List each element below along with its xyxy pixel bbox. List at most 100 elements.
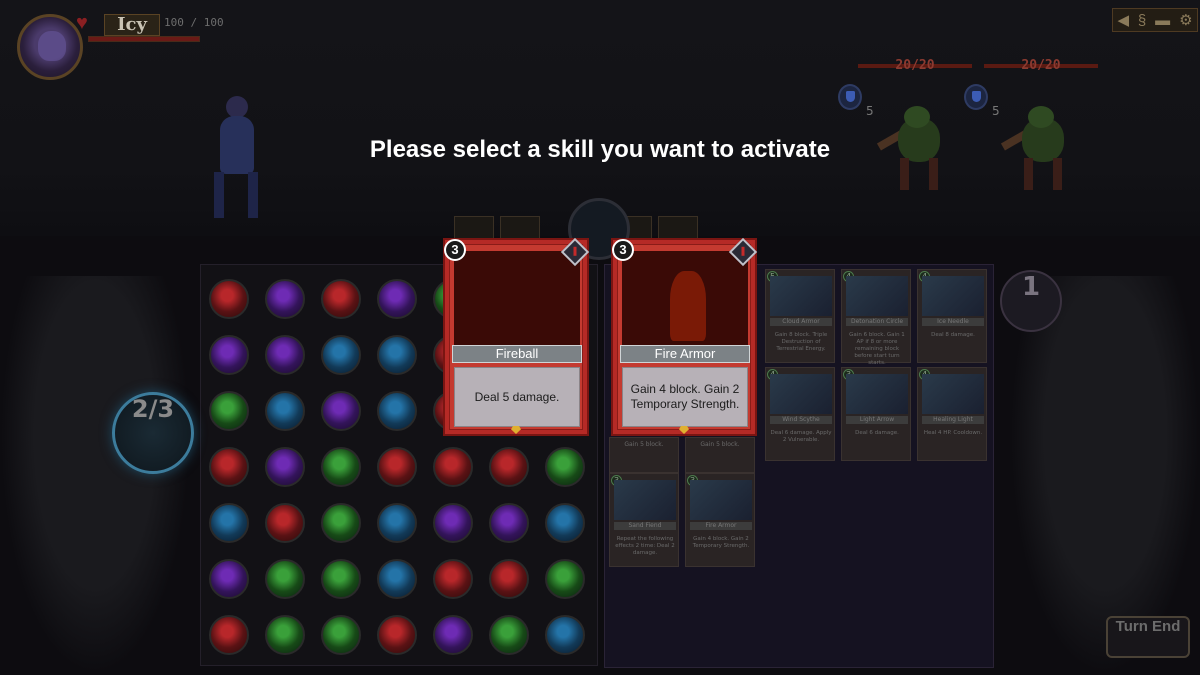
card-description-box: Deal 5 damage.	[454, 367, 580, 427]
game-board: 2/3 Gain 5 block. Gain 5 block. 5Cloud A…	[0, 198, 1200, 675]
skill-tab[interactable]	[500, 216, 540, 240]
red-gem[interactable]	[209, 447, 249, 487]
purple-gem[interactable]	[209, 335, 249, 375]
deck-card-title: Cloud Armor	[770, 318, 832, 326]
deck-card-description: Deal 6 damage. Apply 2 Vulnerable.	[770, 430, 832, 443]
left-character-art	[0, 276, 190, 675]
blue-gem[interactable]	[545, 503, 585, 543]
blue-gem[interactable]	[545, 615, 585, 655]
red-gem[interactable]	[321, 279, 361, 319]
purple-gem[interactable]	[209, 559, 249, 599]
purple-gem[interactable]	[265, 335, 305, 375]
blue-gem[interactable]	[377, 559, 417, 599]
green-gem[interactable]	[489, 615, 529, 655]
deck-card-description: Gain 5 block.	[700, 441, 740, 448]
purple-gem[interactable]	[377, 279, 417, 319]
red-gem[interactable]	[433, 447, 473, 487]
purple-gem[interactable]	[265, 279, 305, 319]
skill-card-fireball[interactable]: Fireball Deal 5 damage. 3	[443, 237, 590, 436]
green-gem[interactable]	[265, 559, 305, 599]
green-gem[interactable]	[545, 559, 585, 599]
card-cost: 3	[619, 242, 627, 257]
deck-card-art	[770, 374, 832, 414]
deck-card-title: Wind Scythe	[770, 416, 832, 424]
deck-card-title: Ice Needle	[922, 318, 984, 326]
deck-card[interactable]: 5Cloud ArmorGain 8 block. Triple Destruc…	[765, 269, 835, 363]
deck-card-description: Gain 8 block. Triple Destruction of Terr…	[774, 332, 828, 352]
deck-card[interactable]: 3Fire ArmorGain 4 block. Gain 2 Temporar…	[685, 473, 755, 567]
deck-card-title: Light Arrow	[846, 416, 908, 424]
heart-icon: ♥	[76, 12, 88, 34]
skill-tab[interactable]	[658, 216, 698, 240]
back-arrow-icon[interactable]: ◀	[1117, 11, 1129, 29]
player-hp-bar	[88, 36, 200, 42]
blue-gem[interactable]	[377, 335, 417, 375]
scroll-icon[interactable]: §	[1138, 12, 1146, 29]
purple-gem[interactable]	[489, 503, 529, 543]
deck-card[interactable]: 3Light ArrowDeal 6 damage.	[841, 367, 911, 461]
purple-gem[interactable]	[433, 503, 473, 543]
skill-select-prompt: Please select a skill you want to activa…	[369, 136, 831, 163]
purple-gem[interactable]	[321, 391, 361, 431]
green-gem[interactable]	[265, 615, 305, 655]
deck-card-description: Gain 5 block.	[624, 441, 664, 448]
deck-card[interactable]: Gain 5 block.	[685, 437, 755, 473]
blue-gem[interactable]	[377, 503, 417, 543]
turn-end-label: Turn End	[1115, 618, 1181, 635]
blue-gem[interactable]	[265, 391, 305, 431]
blue-gem[interactable]	[321, 335, 361, 375]
green-gem[interactable]	[545, 447, 585, 487]
shield-icon	[964, 84, 988, 110]
deck-card-description: Repeat the following effects 2 time: Dea…	[615, 536, 675, 556]
player-portrait[interactable]	[17, 14, 83, 80]
move-counter-text: 2/3	[131, 395, 175, 423]
green-gem[interactable]	[321, 559, 361, 599]
shield-icon	[838, 84, 862, 110]
bag-icon[interactable]: ▬	[1155, 12, 1170, 29]
card-description: Gain 4 block. Gain 2 Temporary Strength.	[630, 382, 740, 411]
deck-card[interactable]: 4Wind ScytheDeal 6 damage. Apply 2 Vulne…	[765, 367, 835, 461]
card-description: Deal 5 damage.	[474, 389, 560, 404]
card-description-box: Gain 4 block. Gain 2 Temporary Strength.	[622, 367, 748, 427]
deck-card-art	[690, 480, 752, 520]
skill-card-fire-armor[interactable]: Fire Armor Gain 4 block. Gain 2 Temporar…	[611, 237, 758, 436]
red-gem[interactable]	[377, 447, 417, 487]
turn-end-button[interactable]: Turn End	[1106, 616, 1190, 658]
red-gem[interactable]	[209, 279, 249, 319]
deck-card[interactable]: Gain 5 block.	[609, 437, 679, 473]
skill-tab[interactable]	[454, 216, 494, 240]
red-gem[interactable]	[209, 615, 249, 655]
card-cost-badge: 3	[612, 239, 634, 261]
deck-card[interactable]: 3Sand FiendRepeat the following effects …	[609, 473, 679, 567]
card-title-bar: Fire Armor	[620, 345, 750, 363]
enemy-hp-text: 20/20	[1021, 58, 1061, 73]
deck-card-title: Healing Light	[922, 416, 984, 424]
blue-gem[interactable]	[377, 391, 417, 431]
red-gem[interactable]	[489, 447, 529, 487]
player-name-plate: Icy	[104, 14, 160, 36]
purple-gem[interactable]	[265, 447, 305, 487]
deck-card-title: Sand Fiend	[614, 522, 676, 530]
red-gem[interactable]	[489, 559, 529, 599]
red-gem[interactable]	[377, 615, 417, 655]
deck-card-description: Deal 6 damage.	[855, 430, 899, 436]
card-title: Fire Armor	[654, 346, 716, 361]
green-gem[interactable]	[321, 447, 361, 487]
green-gem[interactable]	[321, 503, 361, 543]
deck-card-art	[846, 276, 908, 316]
red-gem[interactable]	[265, 503, 305, 543]
deck-card-art	[922, 276, 984, 316]
deck-card-description: Heal 4 HP. Cooldown.	[923, 430, 983, 436]
deck-card[interactable]: 4Ice NeedleDeal 8 damage.	[917, 269, 987, 363]
deck-card-description: Deal 8 damage.	[931, 332, 975, 338]
purple-gem[interactable]	[433, 615, 473, 655]
blue-gem[interactable]	[209, 503, 249, 543]
red-gem[interactable]	[433, 559, 473, 599]
deck-card-art	[922, 374, 984, 414]
green-gem[interactable]	[321, 615, 361, 655]
green-gem[interactable]	[209, 391, 249, 431]
deck-card[interactable]: 4Healing LightHeal 4 HP. Cooldown.	[917, 367, 987, 461]
deck-card[interactable]: 4Detonation CircleGain 6 block. Gain 1 A…	[841, 269, 911, 366]
turn-number: 1	[1021, 272, 1041, 302]
gear-icon[interactable]: ⚙	[1179, 11, 1192, 29]
